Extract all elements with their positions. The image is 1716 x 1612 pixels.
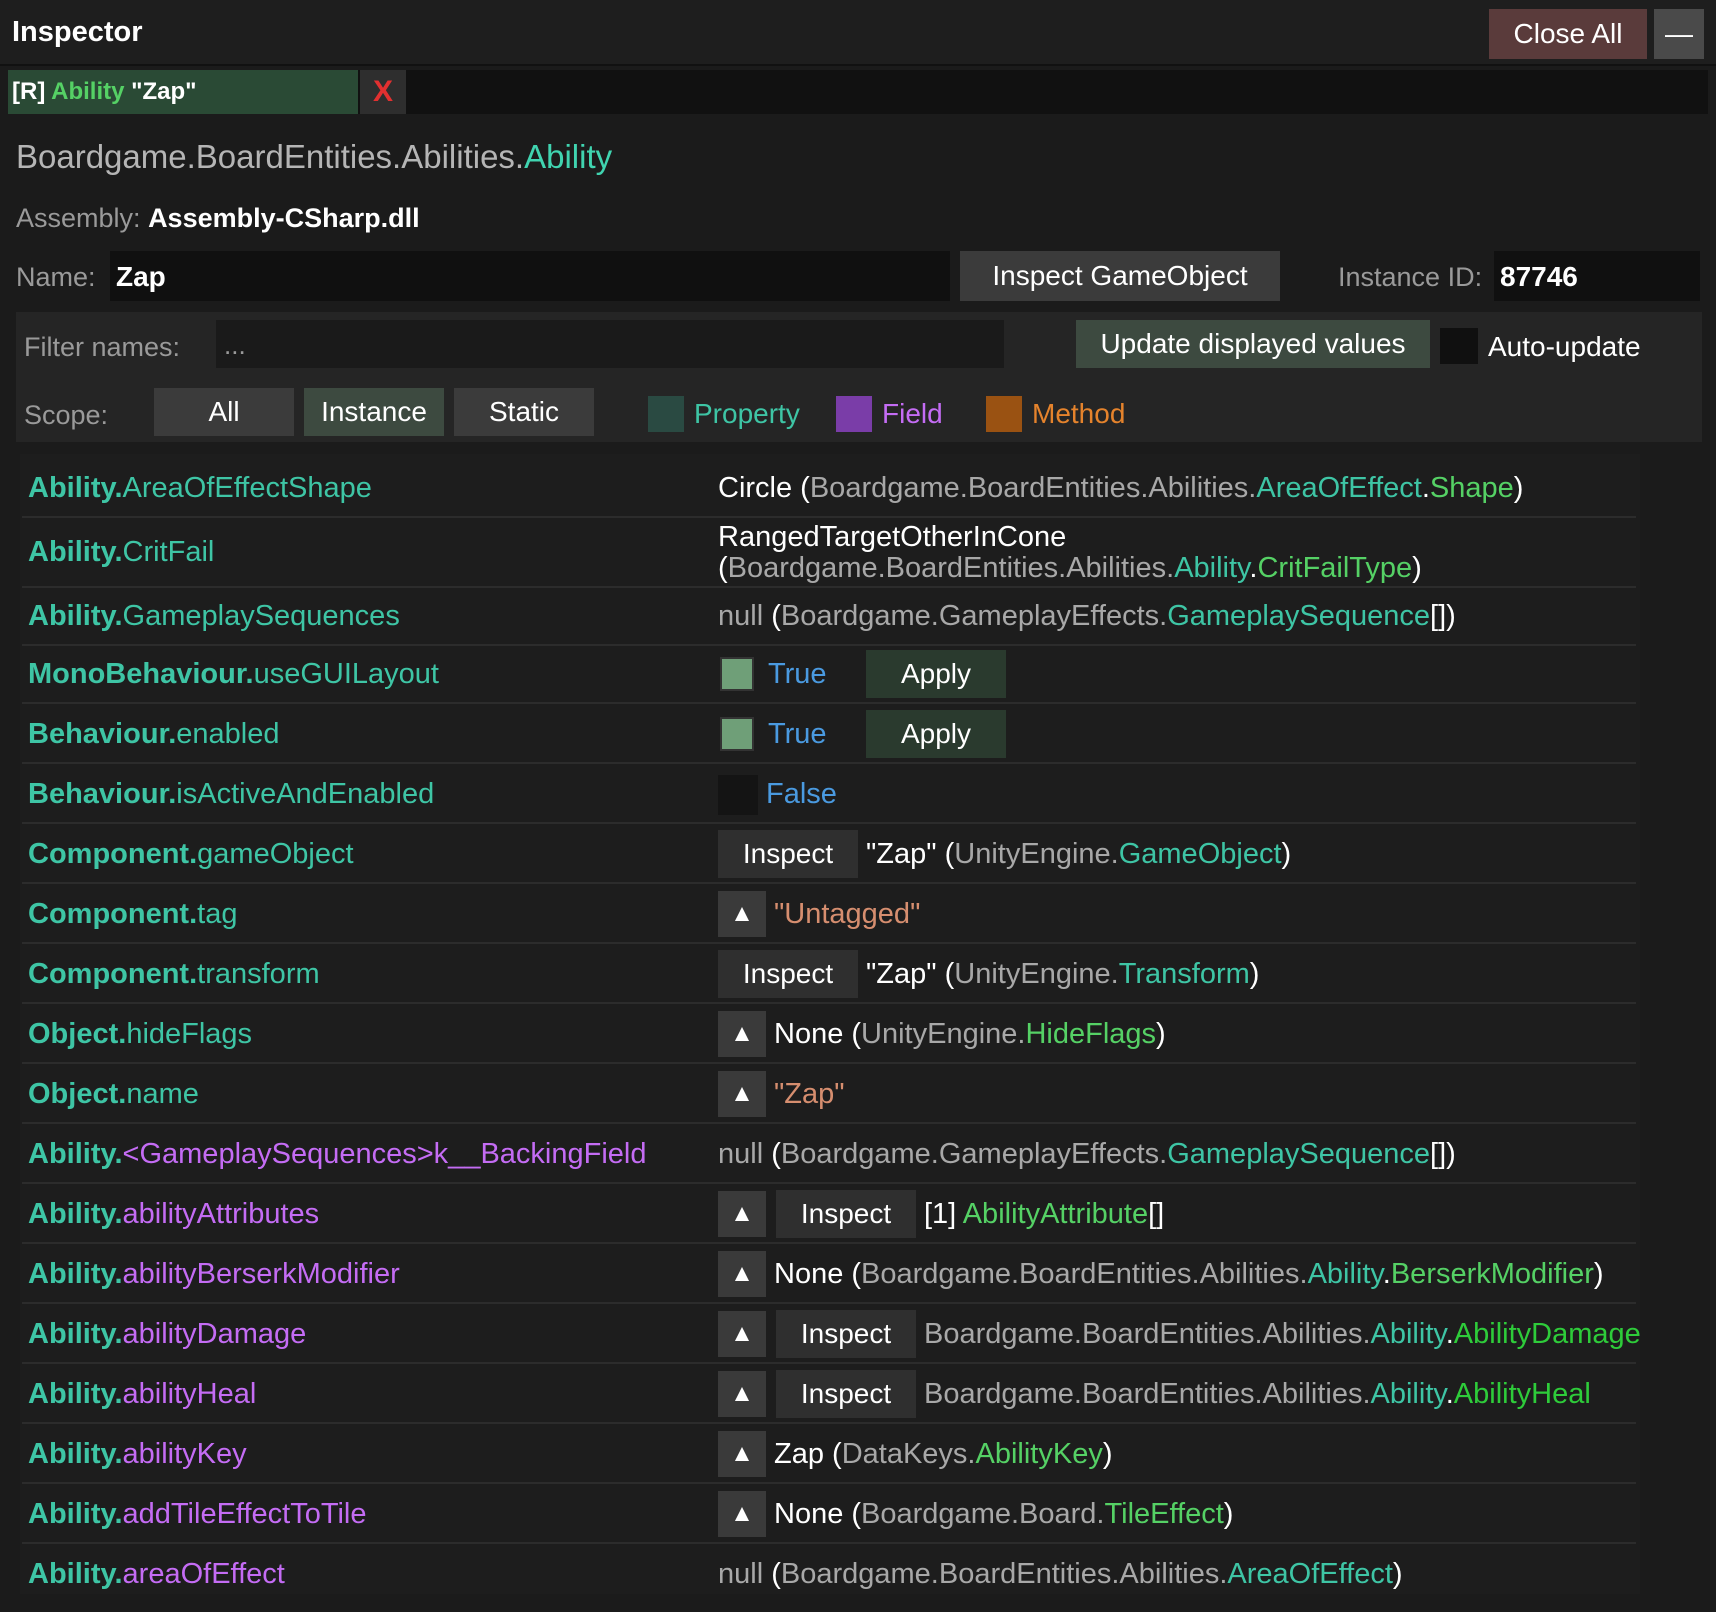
instance-id-label: Instance ID: [1338, 262, 1483, 292]
value-checkbox[interactable] [720, 717, 754, 751]
member-row: Component.transform Inspect "Zap" (Unity… [22, 946, 1636, 1004]
method-toggle[interactable] [986, 396, 1022, 432]
inspect-button[interactable]: Inspect [718, 950, 858, 998]
expand-arrow-icon[interactable]: ▲ [718, 1011, 766, 1057]
scope-label: Scope: [24, 400, 109, 430]
scope-all-button[interactable]: All [154, 388, 294, 436]
expand-arrow-icon[interactable]: ▲ [718, 1371, 766, 1417]
apply-button[interactable]: Apply [866, 650, 1006, 698]
inspect-button[interactable]: Inspect [718, 830, 858, 878]
property-toggle[interactable] [648, 396, 684, 432]
member-row: Object.name ▲ "Zap" [22, 1066, 1636, 1124]
method-legend: Method [1032, 398, 1126, 429]
member-row: Ability.GameplaySequences null (Boardgam… [22, 588, 1636, 646]
value-checkbox[interactable] [718, 775, 758, 815]
filter-label: Filter names: [24, 332, 181, 362]
member-list: Ability.AreaOfEffectShape Circle (Boardg… [20, 454, 1640, 1594]
member-row: Behaviour.enabled True Apply [22, 706, 1636, 764]
member-row: Behaviour.isActiveAndEnabled False [22, 766, 1636, 824]
expand-arrow-icon[interactable]: ▲ [718, 891, 766, 937]
inspect-button[interactable]: Inspect [776, 1370, 916, 1418]
member-row: Object.hideFlags ▲ None (UnityEngine.Hid… [22, 1006, 1636, 1064]
field-legend: Field [882, 398, 943, 429]
member-row: Ability.abilityDamage ▲ Inspect Boardgam… [22, 1306, 1640, 1364]
name-field[interactable]: Zap [110, 251, 950, 301]
filter-input[interactable]: ... [216, 320, 1004, 368]
field-toggle[interactable] [836, 396, 872, 432]
tab-ability-zap[interactable]: [R] Ability "Zap" [8, 70, 358, 114]
member-row: Ability.<GameplaySequences>k__BackingFie… [22, 1126, 1636, 1184]
expand-arrow-icon[interactable]: ▲ [718, 1071, 766, 1117]
inspect-gameobject-button[interactable]: Inspect GameObject [960, 251, 1280, 301]
member-row: Ability.addTileEffectToTile ▲ None (Boar… [22, 1486, 1636, 1544]
member-row: Component.tag ▲ "Untagged" [22, 886, 1636, 944]
inspect-button[interactable]: Inspect [776, 1310, 916, 1358]
member-row: Component.gameObject Inspect "Zap" (Unit… [22, 826, 1636, 884]
tab-strip: [R] Ability "Zap" X [8, 70, 1708, 114]
apply-button[interactable]: Apply [866, 710, 1006, 758]
tab-close-icon[interactable]: X [360, 70, 406, 114]
property-legend: Property [694, 398, 800, 429]
expand-arrow-icon[interactable]: ▲ [718, 1431, 766, 1477]
member-row: Ability.abilityHeal ▲ Inspect Boardgame.… [22, 1366, 1636, 1424]
inspect-button[interactable]: Inspect [776, 1190, 916, 1238]
member-row: Ability.areaOfEffect null (Boardgame.Boa… [28, 1558, 1403, 1590]
minimize-button[interactable]: — [1654, 9, 1704, 59]
scope-instance-button[interactable]: Instance [304, 388, 444, 436]
type-header: Boardgame.BoardEntities.Abilities.Abilit… [16, 138, 613, 175]
member-row: Ability.CritFail RangedTargetOtherInCone… [22, 518, 1636, 588]
member-row: Ability.AreaOfEffectShape Circle (Boardg… [22, 460, 1636, 518]
value-checkbox[interactable] [720, 657, 754, 691]
update-values-button[interactable]: Update displayed values [1076, 320, 1430, 368]
instance-id-field[interactable]: 87746 [1494, 251, 1700, 301]
expand-arrow-icon[interactable]: ▲ [718, 1191, 766, 1237]
member-row: Ability.abilityKey ▲ Zap (DataKeys.Abili… [22, 1426, 1636, 1484]
window-title: Inspector [12, 16, 143, 48]
scope-static-button[interactable]: Static [454, 388, 594, 436]
tab-label: [R] Ability "Zap" [12, 78, 197, 105]
auto-update-checkbox[interactable] [1440, 328, 1478, 364]
title-bar: Inspector Close All — [0, 0, 1716, 66]
close-all-button[interactable]: Close All [1489, 9, 1647, 59]
member-row: MonoBehaviour.useGUILayout True Apply [22, 646, 1636, 704]
auto-update-label: Auto-update [1488, 331, 1641, 362]
expand-arrow-icon[interactable]: ▲ [718, 1251, 766, 1297]
expand-arrow-icon[interactable]: ▲ [718, 1311, 766, 1357]
member-row: Ability.abilityAttributes ▲ Inspect [1] … [22, 1186, 1636, 1244]
name-label: Name: [16, 262, 96, 292]
member-row: Ability.abilityBerserkModifier ▲ None (B… [22, 1246, 1636, 1304]
expand-arrow-icon[interactable]: ▲ [718, 1491, 766, 1537]
assembly-row: Assembly: Assembly-CSharp.dll [16, 203, 420, 233]
